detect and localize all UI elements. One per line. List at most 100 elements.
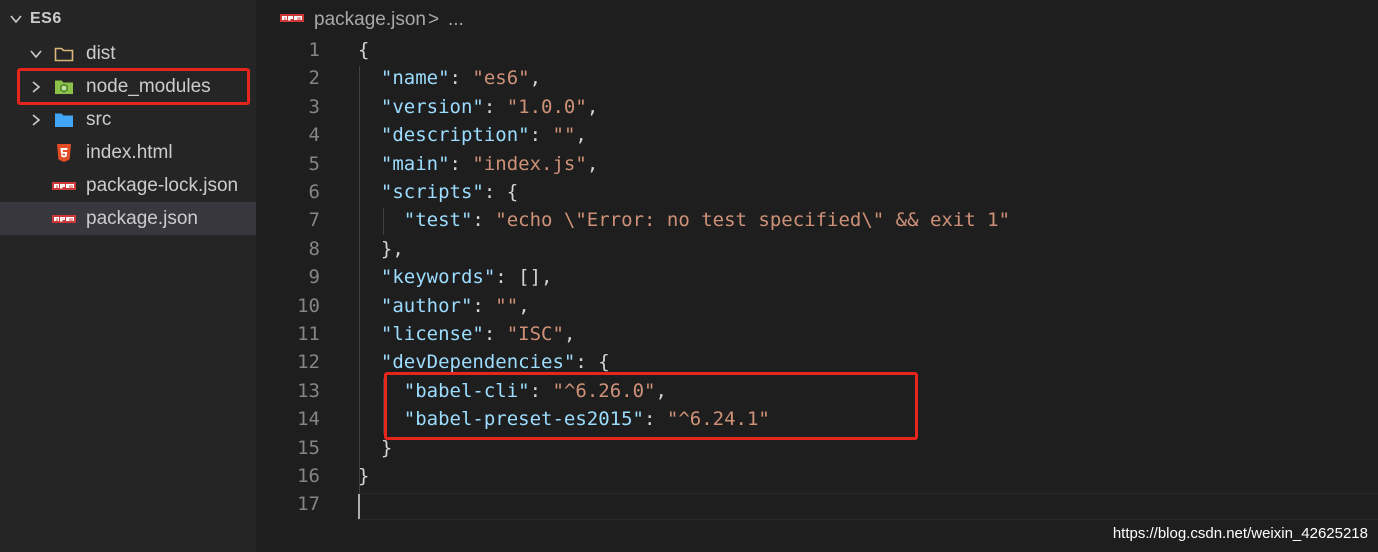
json-punctuation: : [449,152,473,175]
code-line[interactable]: 7 "test": "echo \"Error: no test specifi… [256,207,1378,235]
tree-item-index-html[interactable]: index.html [0,136,256,169]
line-number: 16 [297,465,320,487]
chevron-down-icon[interactable] [28,46,44,62]
blue-folder-icon [55,113,73,127]
json-string: "1.0.0" [506,95,587,118]
json-string: "" [552,124,576,147]
json-punctuation: } [358,465,370,487]
explorer-root-label: ES6 [30,10,62,27]
code-line[interactable]: 5 "main": "index.js", [256,151,1378,179]
code-line[interactable]: 15 } [256,435,1378,463]
tree-item-package-lock-json[interactable]: package-lock.json [0,169,256,202]
tree-item-label: node_modules [86,76,211,97]
line-number: 8 [308,237,320,260]
code-line[interactable]: 4 "description": "", [256,122,1378,150]
line-code: "test": "echo \"Error: no test specified… [358,209,1010,231]
tree-item-label: src [86,109,112,130]
line-number: 4 [308,124,320,147]
line-code: }, [358,238,404,260]
line-code: } [358,465,369,487]
json-punctuation: } [380,436,393,459]
code-line[interactable]: 6 "scripts": { [256,179,1378,207]
line-number: 11 [297,323,320,345]
code-line[interactable]: 10 "author": "", [256,293,1378,321]
code-line[interactable]: 16} [256,463,1378,491]
chevron-down-icon[interactable] [8,11,24,27]
code-line[interactable]: 9 "keywords": [], [256,264,1378,292]
html5-icon [57,144,71,162]
json-punctuation: : [472,209,496,232]
line-number: 15 [297,436,320,459]
tree-item-package-json[interactable]: package.json [0,202,256,235]
node-folder-icon [55,80,73,94]
code-line[interactable]: 12 "devDependencies": { [256,349,1378,377]
code-line[interactable]: 14 "babel-preset-es2015": "^6.24.1" [256,406,1378,434]
line-code: "scripts": { [358,181,518,203]
tree-item-node-modules[interactable]: node_modules [0,70,256,103]
breadcrumb-more[interactable]: ... [448,9,464,31]
json-punctuation: , [655,379,667,402]
line-number: 3 [308,95,320,118]
json-key: "scripts" [380,181,484,203]
json-punctuation: , [586,152,599,175]
explorer-root[interactable]: ES6 [0,0,256,38]
json-string: "^6.26.0" [552,379,656,402]
code-line[interactable]: 11 "license": "ISC", [256,321,1378,349]
json-key: "keywords" [380,266,496,289]
json-string: "" [495,294,519,317]
line-number: 2 [308,67,320,90]
line-number: 10 [297,294,320,317]
code-line[interactable]: 1{ [256,37,1378,65]
npm-icon [52,215,76,223]
code-line[interactable]: 13 "babel-cli": "^6.26.0", [256,378,1378,406]
json-punctuation: : [483,95,507,118]
line-number: 1 [308,39,320,61]
line-code: "author": "", [358,295,530,317]
line-number: 13 [297,379,320,402]
json-punctuation: : [], [495,266,553,289]
line-code: } [358,437,392,459]
json-punctuation: : [449,67,473,90]
line-code: "devDependencies": { [358,351,610,373]
json-string: "es6" [472,67,530,90]
chevron-right-icon[interactable] [28,112,44,128]
chevron-right-icon[interactable] [28,79,44,95]
code-line[interactable]: 3 "version": "1.0.0", [256,94,1378,122]
line-number: 6 [308,181,320,203]
json-punctuation: , [518,294,530,317]
tree-item-src[interactable]: src [0,103,256,136]
breadcrumb-file[interactable]: package.json [314,9,426,31]
json-punctuation: : [483,323,507,345]
json-punctuation: }, [380,237,404,260]
code-line[interactable]: 17 [256,491,1378,519]
code-line[interactable]: 8 }, [256,236,1378,264]
line-number: 5 [308,152,320,175]
json-punctuation: : [643,408,667,431]
json-key: "test" [403,209,473,232]
breadcrumb: package.json > ... [256,0,1378,38]
line-code: "version": "1.0.0", [358,96,598,118]
line-code: "babel-preset-es2015": "^6.24.1" [358,408,770,430]
tree-item-dist[interactable]: dist [0,37,256,70]
json-key: "license" [380,323,484,345]
json-punctuation: , [563,323,576,345]
line-code: "main": "index.js", [358,153,598,175]
json-punctuation: , [575,124,587,147]
code-line[interactable]: 2 "name": "es6", [256,65,1378,93]
npm-icon [52,182,76,190]
json-string: "ISC" [506,323,564,345]
line-number: 17 [297,493,320,516]
code-editor[interactable]: package.json > ... 1{2 "name": "es6", 3 "… [256,0,1378,552]
line-code: { [358,39,369,61]
text-cursor [358,494,360,519]
json-string: "^6.24.1" [666,408,770,431]
json-punctuation: : { [575,351,610,374]
